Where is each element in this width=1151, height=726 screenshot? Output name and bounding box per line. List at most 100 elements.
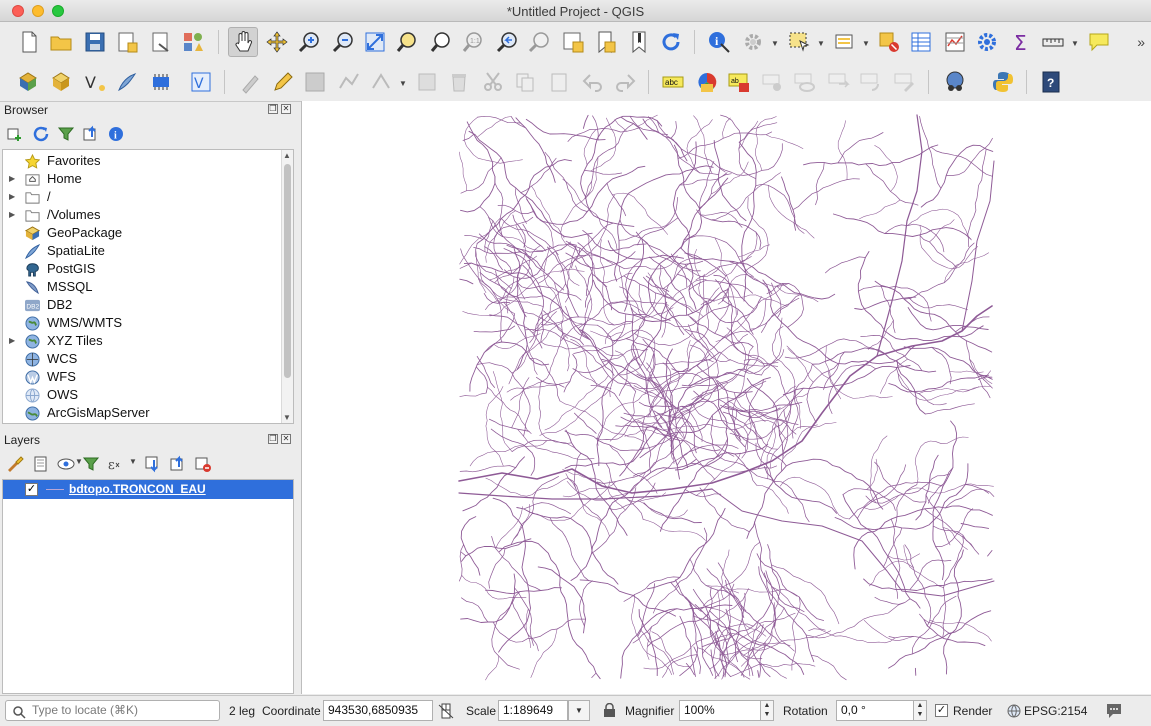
zoom-out-icon[interactable] bbox=[328, 27, 358, 57]
zoom-full-icon[interactable] bbox=[360, 27, 390, 57]
rotate-label-icon[interactable] bbox=[856, 67, 886, 97]
browser-item-geopackage[interactable]: GeoPackage bbox=[3, 224, 283, 242]
add-line-feature-icon[interactable] bbox=[334, 67, 364, 97]
save-project-icon[interactable] bbox=[80, 27, 110, 57]
expand-arrow-icon[interactable]: ▶ bbox=[9, 332, 15, 350]
refresh-icon[interactable] bbox=[656, 27, 686, 57]
identify-features-icon[interactable]: i bbox=[704, 27, 734, 57]
select-by-value-dropdown-arrow[interactable]: ▼ bbox=[862, 39, 870, 48]
zoom-to-layer-icon[interactable] bbox=[426, 27, 456, 57]
browser-scrollbar[interactable]: ▲ ▼ bbox=[281, 150, 293, 423]
pan-hand-icon[interactable] bbox=[228, 27, 258, 57]
new-vertex-layer-icon[interactable]: V bbox=[80, 67, 110, 97]
toggle-extents-mouse-icon[interactable] bbox=[437, 702, 455, 720]
rotation-stepper-icon[interactable]: ▲ ▼ bbox=[913, 700, 927, 721]
layout-manager-icon[interactable] bbox=[146, 27, 176, 57]
paste-features-icon[interactable] bbox=[544, 67, 574, 97]
zoom-next-icon[interactable] bbox=[524, 27, 554, 57]
cut-features-icon[interactable] bbox=[478, 67, 508, 97]
refresh-browser-icon[interactable] bbox=[32, 125, 50, 143]
browser-item-wcs[interactable]: WCS bbox=[3, 350, 283, 368]
show-bookmarks-icon[interactable] bbox=[624, 27, 654, 57]
collapse-all-icon[interactable] bbox=[82, 125, 100, 143]
add-selected-layers-icon[interactable] bbox=[6, 125, 24, 143]
actions-dropdown-arrow[interactable]: ▼ bbox=[771, 39, 779, 48]
delete-selected-icon[interactable] bbox=[444, 67, 474, 97]
properties-info-icon[interactable]: i bbox=[107, 125, 125, 143]
browser-item-ows[interactable]: OWS bbox=[3, 386, 283, 404]
scale-combobox[interactable]: 1:189649 bbox=[498, 700, 568, 721]
coordinate-field[interactable]: 943530,6850935 bbox=[323, 700, 433, 721]
filter-browser-icon[interactable] bbox=[57, 125, 75, 143]
change-label-icon[interactable] bbox=[890, 67, 920, 97]
vertex-tool-icon[interactable] bbox=[366, 67, 396, 97]
measure-line-icon[interactable] bbox=[1038, 27, 1068, 57]
magnifier-spinbox[interactable]: 100% bbox=[679, 700, 761, 721]
copy-features-icon[interactable] bbox=[510, 67, 540, 97]
select-dropdown-arrow[interactable]: ▼ bbox=[817, 39, 825, 48]
style-manager-icon[interactable] bbox=[178, 27, 208, 57]
new-memory-layer-icon[interactable] bbox=[146, 67, 176, 97]
browser-item-wms-wmts[interactable]: WMS/WMTS bbox=[3, 314, 283, 332]
toolbar-overflow-button[interactable]: » bbox=[1137, 34, 1145, 50]
python-console-icon[interactable] bbox=[988, 67, 1018, 97]
filter-legend-icon[interactable] bbox=[82, 455, 100, 473]
crs-button[interactable]: EPSG:2154 bbox=[1024, 704, 1087, 718]
zoom-to-selection-icon[interactable] bbox=[392, 27, 422, 57]
new-map-view-icon[interactable] bbox=[558, 27, 588, 57]
browser-item-volumes[interactable]: ▶ /Volumes bbox=[3, 206, 283, 224]
modify-attributes-icon[interactable] bbox=[412, 67, 442, 97]
float-browser-panel-button[interactable]: ❐ bbox=[268, 104, 278, 114]
diagram-options-icon[interactable] bbox=[692, 67, 722, 97]
scroll-up-arrow-icon[interactable]: ▲ bbox=[283, 151, 291, 160]
layer-row-troncon-eau[interactable]: ✓ bdtopo.TRONCON_EAU bbox=[3, 480, 293, 499]
browser-item-favorites[interactable]: Favorites bbox=[3, 152, 283, 170]
toggle-editing-pencil-icon[interactable] bbox=[268, 67, 298, 97]
field-calculator-icon[interactable] bbox=[940, 27, 970, 57]
messages-speech-bubble-icon[interactable] bbox=[1105, 702, 1123, 719]
browser-item-spatialite[interactable]: SpatiaLite bbox=[3, 242, 283, 260]
manage-map-themes-eye-icon[interactable] bbox=[57, 455, 75, 473]
help-contents-icon[interactable]: ? bbox=[1036, 67, 1066, 97]
browser-item-mssql[interactable]: MSSQL bbox=[3, 278, 283, 296]
new-bookmark-icon[interactable] bbox=[590, 27, 620, 57]
highlight-pinned-labels-icon[interactable]: ab bbox=[724, 67, 754, 97]
redo-icon[interactable] bbox=[610, 67, 640, 97]
label-toolbar-icon[interactable]: abc bbox=[658, 67, 688, 97]
browser-item-postgis[interactable]: PostGIS bbox=[3, 260, 283, 278]
zoom-in-icon[interactable] bbox=[294, 27, 324, 57]
select-by-value-icon[interactable] bbox=[830, 27, 860, 57]
expand-arrow-icon[interactable]: ▶ bbox=[9, 170, 15, 188]
remove-layer-icon[interactable] bbox=[194, 455, 212, 473]
layer-visibility-checkbox[interactable]: ✓ bbox=[25, 483, 38, 496]
zoom-native-icon[interactable]: 1:1 bbox=[458, 27, 488, 57]
move-label-icon[interactable] bbox=[824, 67, 854, 97]
browser-item-db2[interactable]: DB2 DB2 bbox=[3, 296, 283, 314]
attribute-table-icon[interactable] bbox=[906, 27, 936, 57]
new-spatialite-layer-icon[interactable] bbox=[112, 67, 142, 97]
crs-globe-icon[interactable] bbox=[1007, 704, 1021, 718]
open-layer-styling-icon[interactable] bbox=[6, 455, 24, 473]
scale-dropdown-arrow-icon[interactable]: ▼ bbox=[568, 700, 590, 721]
data-source-manager-icon[interactable] bbox=[14, 67, 44, 97]
new-virtual-layer-icon[interactable]: V bbox=[186, 67, 216, 97]
current-edits-icon[interactable] bbox=[236, 67, 266, 97]
undo-icon[interactable] bbox=[578, 67, 608, 97]
zoom-last-icon[interactable] bbox=[492, 27, 522, 57]
deselect-all-icon[interactable] bbox=[874, 27, 904, 57]
browser-item-xyz-tiles[interactable]: ▶ XYZ Tiles bbox=[3, 332, 283, 350]
new-print-layout-icon[interactable] bbox=[112, 27, 142, 57]
vertex-tool-dropdown-arrow[interactable]: ▼ bbox=[399, 79, 407, 88]
browser-item-root[interactable]: ▶ / bbox=[3, 188, 283, 206]
add-group-icon[interactable] bbox=[32, 455, 50, 473]
magnifier-stepper-icon[interactable]: ▲ ▼ bbox=[760, 700, 774, 721]
browser-item-wfs[interactable]: WFS bbox=[3, 368, 283, 386]
scroll-down-arrow-icon[interactable]: ▼ bbox=[283, 413, 291, 422]
new-geopackage-layer-icon[interactable] bbox=[46, 67, 76, 97]
rotation-spinbox[interactable]: 0,0 ° bbox=[836, 700, 914, 721]
locate-search-input[interactable]: Type to locate (⌘K) bbox=[5, 700, 220, 721]
actions-gear-icon[interactable] bbox=[738, 27, 768, 57]
select-features-icon[interactable] bbox=[784, 27, 814, 57]
expand-arrow-icon[interactable]: ▶ bbox=[9, 206, 15, 224]
statistics-sigma-icon[interactable]: Σ bbox=[1006, 27, 1036, 57]
